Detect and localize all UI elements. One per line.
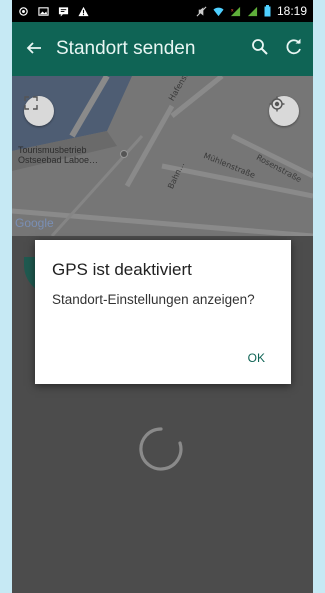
status-time: 18:19 — [276, 4, 307, 18]
phone-screen: x 18:19 Standort senden Tourismusbetrieb… — [12, 0, 313, 593]
dialog-title: GPS ist deaktiviert — [52, 260, 192, 279]
refresh-icon — [286, 38, 301, 55]
app-bar: Standort senden — [12, 22, 313, 76]
map-place-label: Tourismusbetrieb Ostseebad Laboe… — [18, 145, 99, 165]
map-view[interactable]: Tourismusbetrieb Ostseebad Laboe… Hafens… — [12, 76, 313, 236]
no-mute-icon — [196, 6, 207, 16]
search-button[interactable] — [251, 38, 269, 60]
gps-dialog: GPS ist deaktiviert Standort-Einstellung… — [35, 240, 291, 384]
app-title: Standort senden — [56, 38, 196, 59]
fullscreen-button[interactable] — [24, 96, 54, 126]
location-icon — [19, 6, 28, 16]
dialog-message: Standort-Einstellungen anzeigen? — [52, 292, 255, 307]
ok-button[interactable]: OK — [248, 351, 265, 365]
my-location-button[interactable] — [269, 96, 299, 126]
battery-icon — [264, 5, 271, 17]
loading-spinner — [139, 427, 183, 471]
svg-text:x: x — [231, 8, 234, 13]
message-icon — [58, 6, 69, 17]
signal-2-icon — [247, 6, 258, 16]
signal-1-icon: x — [230, 6, 241, 16]
warning-icon — [78, 6, 89, 16]
status-bar: x 18:19 — [12, 0, 313, 22]
image-icon — [38, 6, 49, 16]
fullscreen-icon — [24, 96, 38, 110]
back-button[interactable] — [12, 37, 56, 61]
refresh-button[interactable] — [285, 38, 303, 60]
search-icon — [252, 39, 268, 55]
wifi-icon — [213, 7, 224, 16]
arrow-back-icon — [26, 42, 41, 54]
google-logo: Google — [15, 216, 54, 230]
my-location-icon — [269, 96, 285, 112]
